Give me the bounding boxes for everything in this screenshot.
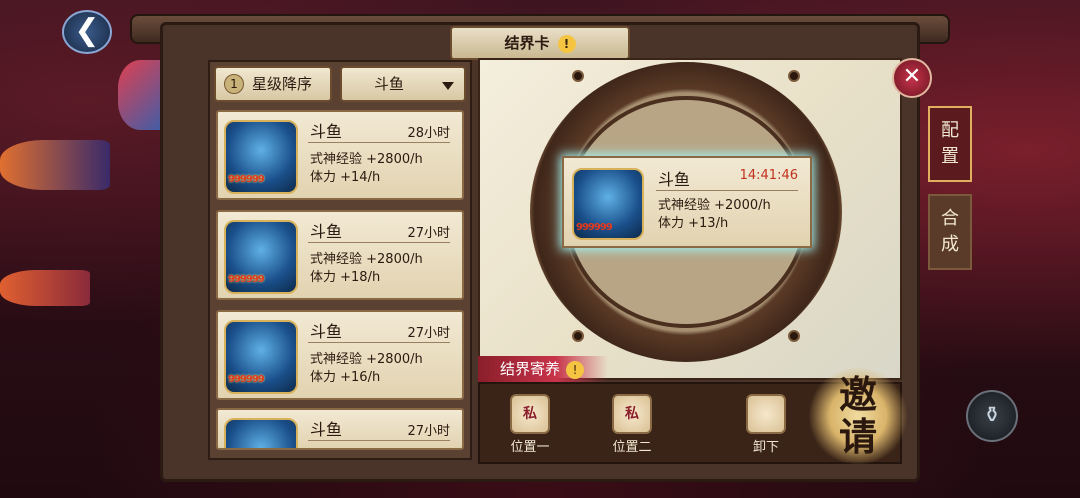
card-timer: 14:41:46: [739, 168, 798, 183]
card-item[interactable]: 999999 斗鱼 28小时 式神经验 +2800/h 体力 +14/h: [216, 110, 464, 200]
position-two-button[interactable]: 私 位置二: [602, 394, 662, 456]
star-rating: 999999: [228, 374, 265, 385]
card-stamina: 体力 +16/h: [310, 370, 381, 385]
star-rating: 999999: [576, 222, 613, 233]
card-name: 斗鱼: [310, 322, 343, 341]
sake-button[interactable]: ⚱: [966, 390, 1018, 442]
window-title: 结界卡!: [450, 26, 630, 60]
unload-icon: [746, 394, 786, 434]
sort-icon: 1: [224, 74, 244, 94]
card-duration: 27小时: [407, 326, 450, 341]
fish-card-art: [224, 418, 298, 448]
card-exp: 式神经验 +2800/h: [310, 152, 423, 167]
card-name: 斗鱼: [310, 420, 343, 439]
unload-button[interactable]: 卸下: [736, 394, 796, 456]
back-button[interactable]: ❮: [62, 10, 112, 54]
ring-post-icon: [572, 330, 584, 342]
card-stamina: 体力 +13/h: [658, 216, 729, 231]
ring-post-icon: [572, 70, 584, 82]
sort-button[interactable]: 1 星级降序: [214, 66, 332, 102]
foster-label[interactable]: 结界寄养!: [478, 356, 608, 382]
card-name: 斗鱼: [658, 170, 691, 189]
sake-bottle-icon: ⚱: [982, 403, 1002, 428]
filter-dropdown[interactable]: 斗鱼: [340, 66, 466, 102]
active-card-slot[interactable]: 999999 斗鱼 14:41:46 式神经验 +2000/h 体力 +13/h: [562, 156, 812, 248]
card-exp: 式神经验 +2800/h: [310, 252, 423, 267]
koi-flag-decoration: [0, 270, 90, 306]
star-rating: 999999: [228, 174, 265, 185]
ring-post-icon: [788, 70, 800, 82]
close-button[interactable]: ✕: [892, 58, 932, 98]
card-exp: 式神经验 +2800/h: [310, 352, 423, 367]
position-one-button[interactable]: 私 位置一: [500, 394, 560, 456]
card-duration: 28小时: [407, 126, 450, 141]
card-item[interactable]: 999999 斗鱼 27小时 式神经验 +2800/h 体力 +16/h: [216, 310, 464, 400]
lantern-icon: 私: [612, 394, 652, 434]
star-rating: 999999: [228, 274, 265, 285]
invite-button[interactable]: 邀请: [806, 368, 910, 464]
chevron-down-icon: [442, 82, 454, 90]
close-icon: ✕: [902, 64, 922, 89]
lantern-icon: 私: [510, 394, 550, 434]
card-name: 斗鱼: [310, 222, 343, 241]
card-duration: 27小时: [407, 226, 450, 241]
card-item[interactable]: 斗鱼 27小时: [216, 408, 464, 450]
info-icon[interactable]: !: [566, 360, 585, 379]
card-duration: 27小时: [407, 424, 450, 439]
card-name: 斗鱼: [310, 122, 343, 141]
tab-config[interactable]: 配置: [928, 106, 972, 182]
tab-compose[interactable]: 合成: [928, 194, 972, 270]
ring-post-icon: [788, 330, 800, 342]
card-exp: 式神经验 +2000/h: [658, 198, 771, 213]
card-stamina: 体力 +14/h: [310, 170, 381, 185]
koi-flag-decoration: [0, 140, 110, 190]
back-arrow-icon: ❮: [74, 13, 100, 48]
card-stamina: 体力 +18/h: [310, 270, 381, 285]
card-item[interactable]: 999999 斗鱼 27小时 式神经验 +2800/h 体力 +18/h: [216, 210, 464, 300]
info-icon[interactable]: !: [557, 34, 576, 53]
